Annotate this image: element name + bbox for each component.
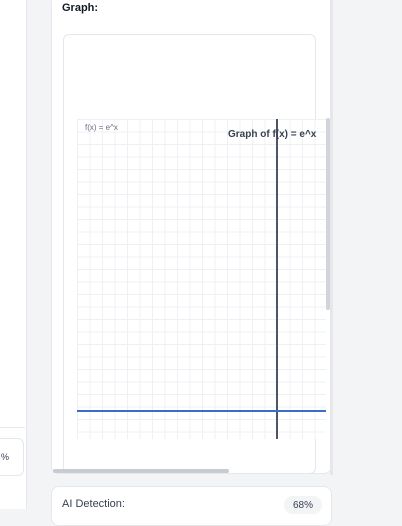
function-label: f(x) = e^x bbox=[85, 123, 118, 132]
graph-title: Graph of f(x) = e^x bbox=[228, 129, 317, 140]
horizontal-scrollbar[interactable] bbox=[53, 469, 229, 473]
panel-edge bbox=[330, 0, 333, 475]
ai-detection-score-badge: 68% bbox=[284, 496, 323, 514]
left-percent-text: % bbox=[1, 452, 10, 462]
left-panel bbox=[0, 0, 27, 509]
left-percent-badge: % bbox=[0, 438, 24, 476]
vertical-scrollbar[interactable] bbox=[326, 118, 330, 310]
graph-section-title: Graph: bbox=[62, 2, 99, 14]
graph-canvas bbox=[77, 119, 326, 439]
left-divider bbox=[0, 427, 25, 428]
function-curve bbox=[77, 410, 326, 412]
ai-detection-label: AI Detection: bbox=[62, 498, 125, 510]
y-axis-line bbox=[276, 119, 278, 439]
